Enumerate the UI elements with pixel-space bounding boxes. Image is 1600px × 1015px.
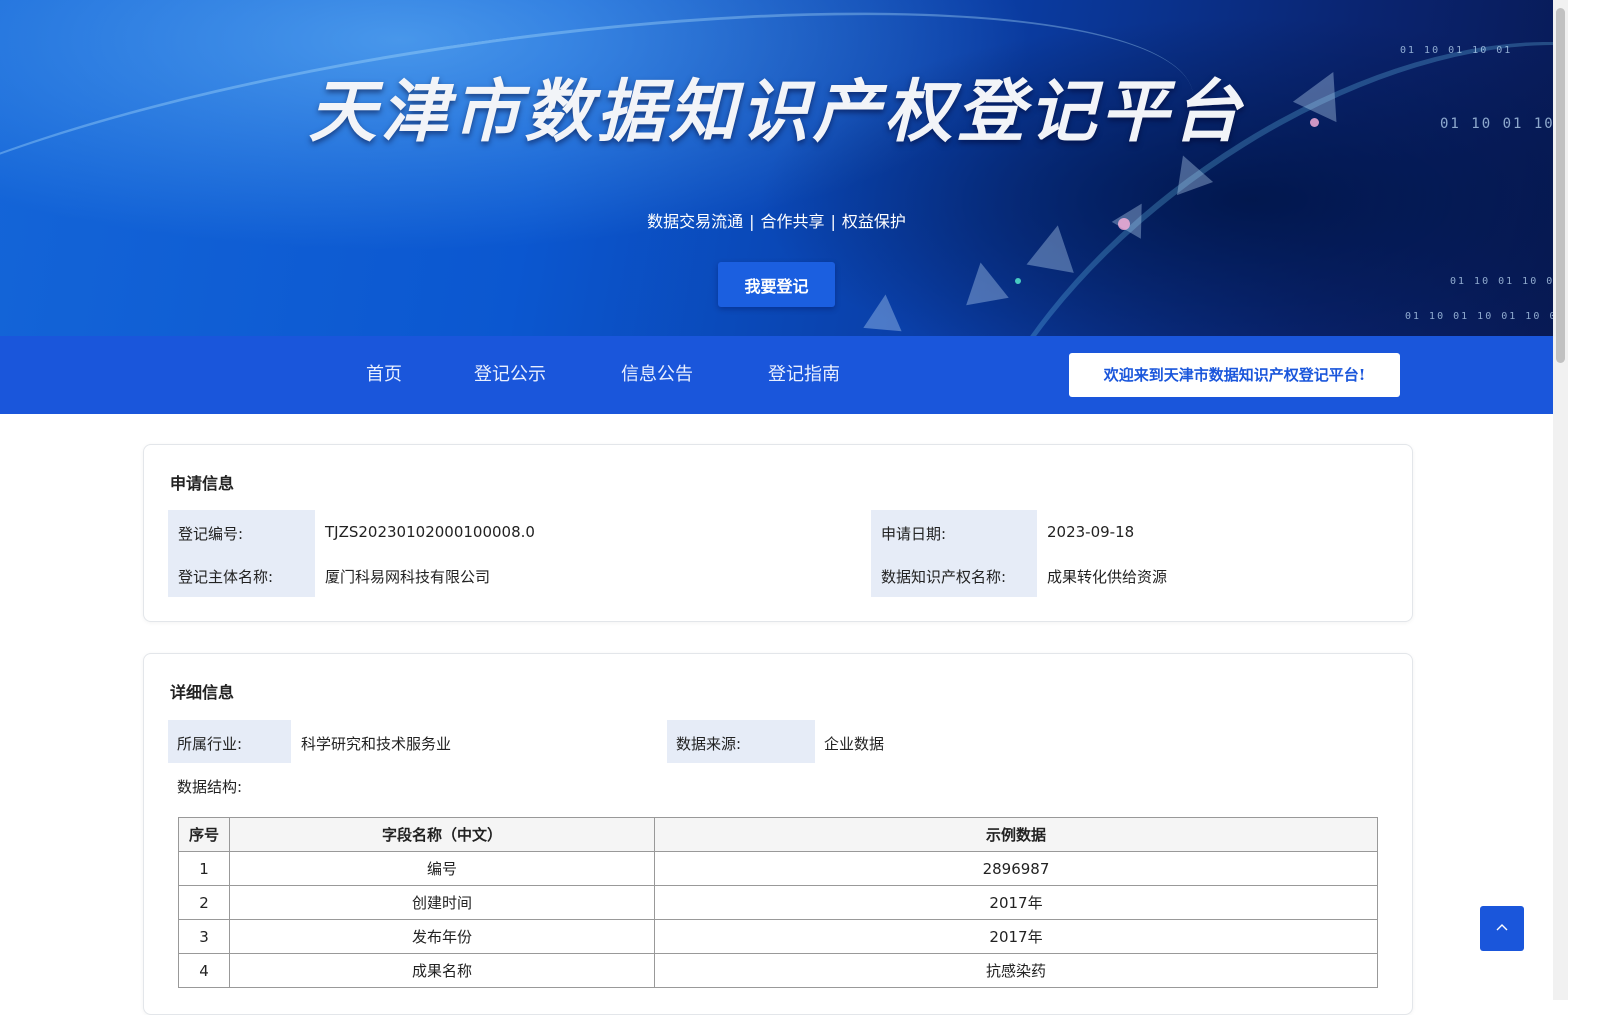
card-title: 详细信息 — [170, 683, 235, 702]
table-cell: 1 — [178, 851, 230, 886]
source-value: 企业数据 — [824, 735, 885, 753]
binary-digits-decoration: 01 10 01 10 01 10 01 10 01 10 — [1405, 311, 1553, 322]
welcome-banner: 欢迎来到天津市数据知识产权登记平台! — [1069, 353, 1400, 397]
nav-item-home[interactable]: 首页 — [366, 336, 402, 414]
triangle-decoration — [959, 258, 1009, 306]
table-cell: 4 — [178, 953, 230, 988]
subtitle-part: 权益保护 — [841, 212, 906, 231]
data-structure-table: 序号 字段名称（中文） 示例数据 1 编号 2896987 2 创建时间 201… — [178, 817, 1378, 988]
industry-value: 科学研究和技术服务业 — [301, 735, 452, 753]
table-row: 2 创建时间 2017年 — [178, 885, 1378, 920]
table-cell: 创建时间 — [229, 885, 655, 920]
table-row: 4 成果名称 抗感染药 — [178, 953, 1378, 988]
details-card: 详细信息 所属行业: 科学研究和技术服务业 数据来源: 企业数据 数据结构: 序… — [143, 653, 1413, 1015]
subtitle-separator: | — [830, 212, 836, 231]
reg-no-label: 登记编号: — [178, 525, 244, 543]
platform-subtitle: 数据交易流通 | 合作共享 | 权益保护 — [0, 208, 1553, 232]
table-cell: 2017年 — [654, 919, 1378, 954]
card-title: 申请信息 — [170, 474, 235, 493]
ip-name-value: 成果转化供给资源 — [1047, 568, 1168, 586]
back-to-top-button[interactable] — [1480, 906, 1524, 951]
subtitle-part: 合作共享 — [760, 212, 825, 231]
table-cell: 发布年份 — [229, 919, 655, 954]
triangle-decoration — [863, 292, 905, 332]
table-cell: 抗感染药 — [654, 953, 1378, 988]
hero-banner: 01 10 01 10 01 01 10 01 10 01 01 10 01 1… — [0, 0, 1553, 336]
table-cell: 编号 — [229, 851, 655, 886]
platform-title: 天津市数据知识产权登记平台 — [308, 73, 1245, 152]
date-label: 申请日期: — [881, 525, 947, 543]
light-swoosh-decoration — [0, 0, 1215, 336]
table-row: 3 发布年份 2017年 — [178, 919, 1378, 954]
subtitle-separator: | — [749, 212, 755, 231]
industry-label: 所属行业: — [177, 735, 243, 753]
application-info-card: 申请信息 登记编号: 登记主体名称: TJZS20230102000100008… — [143, 444, 1413, 622]
structure-label: 数据结构: — [177, 778, 243, 796]
glow-dot-decoration — [1015, 278, 1021, 284]
binary-digits-decoration: 01 10 01 10 01 10 01 10 — [1450, 276, 1553, 287]
table-header-row: 序号 字段名称（中文） 示例数据 — [178, 817, 1378, 852]
main-nav: 首页 登记公示 信息公告 登记指南 欢迎来到天津市数据知识产权登记平台! — [0, 336, 1553, 414]
scrollbar-thumb[interactable] — [1556, 8, 1565, 363]
ip-name-label: 数据知识产权名称: — [881, 568, 1007, 586]
subject-value: 厦门科易网科技有限公司 — [325, 568, 491, 586]
page-scrollbar[interactable] — [1553, 0, 1568, 1000]
source-label: 数据来源: — [676, 735, 742, 753]
nav-item-registration-notice[interactable]: 登记公示 — [474, 336, 546, 414]
subtitle-part: 数据交易流通 — [647, 212, 744, 231]
table-cell: 2896987 — [654, 851, 1378, 886]
date-value: 2023-09-18 — [1047, 523, 1135, 541]
register-button[interactable]: 我要登记 — [718, 262, 835, 307]
subject-label: 登记主体名称: — [178, 568, 274, 586]
table-cell: 3 — [178, 919, 230, 954]
table-cell: 2017年 — [654, 885, 1378, 920]
table-header: 示例数据 — [654, 817, 1378, 852]
nav-item-registration-guide[interactable]: 登记指南 — [768, 336, 840, 414]
table-header: 字段名称（中文） — [229, 817, 655, 852]
chevron-up-icon — [1496, 924, 1508, 931]
table-cell: 成果名称 — [229, 953, 655, 988]
nav-item-announcements[interactable]: 信息公告 — [621, 336, 693, 414]
table-cell: 2 — [178, 885, 230, 920]
reg-no-value: TJZS20230102000100008.0 — [325, 523, 535, 541]
binary-digits-decoration: 01 10 01 10 01 — [1400, 45, 1513, 56]
table-row: 1 编号 2896987 — [178, 851, 1378, 886]
table-header: 序号 — [178, 817, 230, 852]
